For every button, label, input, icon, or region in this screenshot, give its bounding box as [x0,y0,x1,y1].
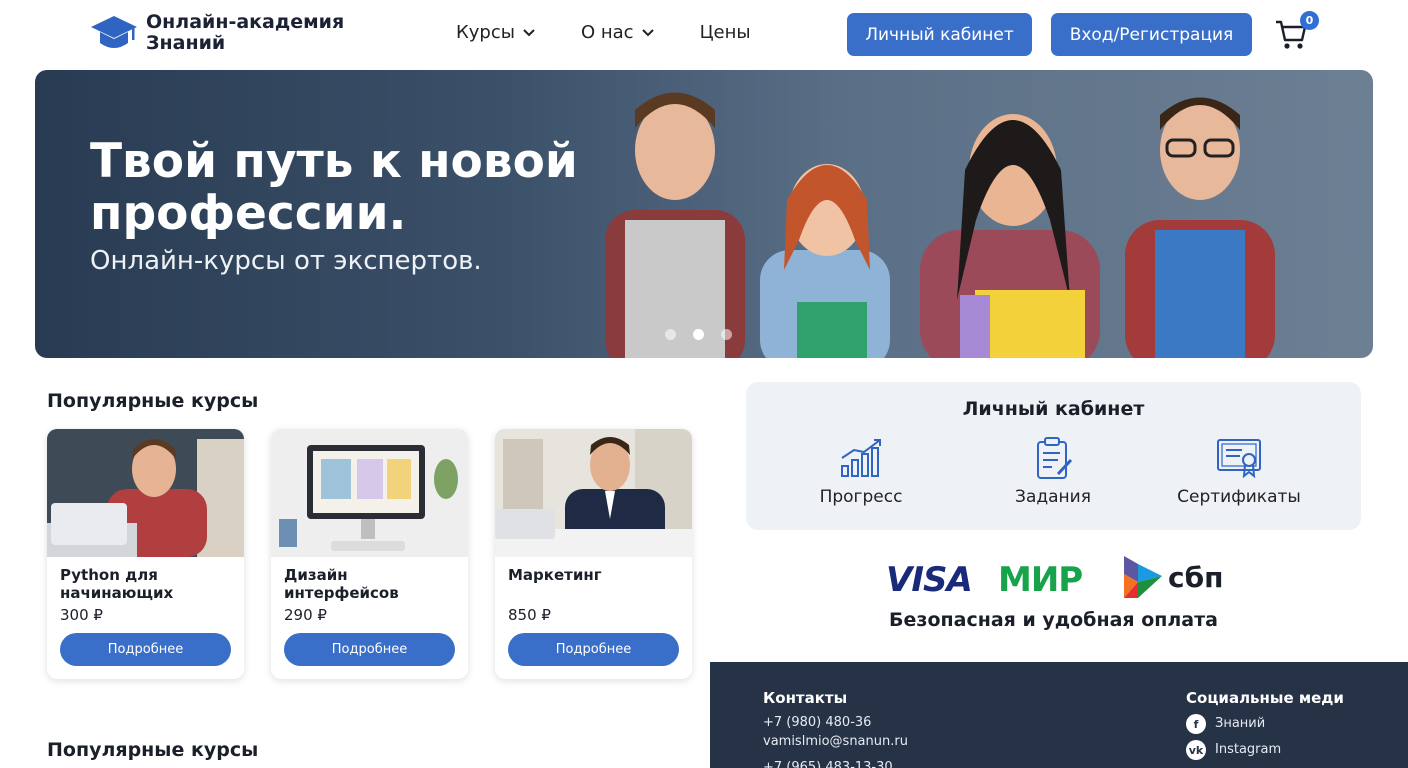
cabinet-item-certificates[interactable]: Сертификаты [1154,436,1324,507]
footer-social-link[interactable]: Знаний [1215,716,1265,731]
cabinet-button[interactable]: Личный кабинет [847,13,1032,56]
cabinet-item-label: Прогресс [819,487,903,507]
course-image-marketing [495,429,692,557]
chevron-down-icon [523,28,535,36]
nav-item-courses[interactable]: Курсы [456,22,535,43]
logo-line2: Знаний [146,32,226,54]
course-image-python [47,429,244,557]
cabinet-item-label: Задания [1015,487,1091,507]
hero-subtitle: Онлайн-курсы от экспертов. [90,246,482,276]
footer-social-link[interactable]: Instagram [1215,742,1281,757]
nav-item-prices[interactable]: Цены [700,22,751,43]
graduation-cap-icon [91,16,137,48]
site-footer: Контакты +7 (980) 480-36 vamislmio@snanu… [710,662,1408,768]
details-button[interactable]: Подробнее [508,633,679,666]
nav-item-label: Курсы [456,22,515,43]
login-register-button[interactable]: Вход/Регистрация [1051,13,1252,56]
logo[interactable]: Онлайн-академия Знаний [90,12,344,54]
course-price: 300 ₽ [60,606,103,624]
facebook-icon[interactable]: f [1186,714,1206,734]
details-button[interactable]: Подробнее [284,633,455,666]
course-price: 850 ₽ [508,606,551,624]
logo-line1: Онлайн-академия [146,11,345,33]
payment-caption: Безопасная и удобная оплата [889,609,1218,631]
footer-social-title: Социальные меди [1186,689,1344,707]
carousel-dot-2[interactable] [693,329,704,340]
footer-email[interactable]: vamislmio@snanun.ru [763,734,908,749]
chevron-down-icon [641,28,654,36]
site-header: Онлайн-академия Знаний Курсы О нас Цены … [0,0,1408,68]
payment-logos: VISA МИР сбп [886,552,1226,604]
cabinet-item-progress[interactable]: Прогресс [776,436,946,507]
cabinet-panel-title: Личный кабинет [962,398,1145,420]
cabinet-panel: Личный кабинет Прогресс Задания Сертифик… [746,382,1361,530]
footer-contacts-title: Контакты [763,689,848,707]
footer-phone-1[interactable]: +7 (980) 480-36 [763,715,871,730]
hero-students-image [605,92,1275,358]
logo-text: Онлайн-академия Знаний [146,12,344,54]
course-name: Python для начинающих [60,566,174,602]
mir-logo: МИР [998,560,1083,600]
visa-logo: VISA [886,560,973,600]
carousel-dot-3[interactable] [721,329,732,340]
popular-courses-title: Популярные курсы [47,390,259,412]
course-card-python[interactable]: Python для начинающих 300 ₽ Подробнее [47,429,244,679]
footer-phone-2[interactable]: +7 (965) 483-13-30 [763,760,893,768]
nav-item-label: Цены [699,22,751,43]
hero-title: Твой путь к новой профессии. [90,134,578,241]
cart-count-badge: 0 [1300,11,1319,30]
nav-item-label: О нас [580,22,634,43]
details-button[interactable]: Подробнее [60,633,231,666]
course-name: Дизайн интерфейсов [284,566,399,602]
popular-courses-title-second: Популярные курсы [47,739,259,761]
cabinet-item-tasks[interactable]: Задания [968,436,1138,507]
carousel-dots [665,329,749,340]
cabinet-item-label: Сертификаты [1177,487,1301,507]
vk-icon[interactable]: vk [1186,740,1206,760]
sbp-logo-text: сбп [1168,561,1224,594]
cart-button[interactable]: 0 [1274,11,1319,52]
hero-banner: Твой путь к новой профессии. Онлайн-курс… [35,70,1373,358]
course-price: 290 ₽ [284,606,327,624]
sbp-logo-icon [1124,556,1162,598]
course-name: Маркетинг [508,566,602,584]
course-card-design[interactable]: Дизайн интерфейсов 290 ₽ Подробнее [271,429,468,679]
main-nav: Курсы О нас Цены [456,22,797,43]
course-image-design [271,429,468,557]
clipboard-icon [1037,437,1073,479]
chart-icon [841,439,881,477]
course-card-marketing[interactable]: Маркетинг 850 ₽ Подробнее [495,429,692,679]
certificate-icon [1217,439,1261,479]
carousel-dot-1[interactable] [665,329,676,340]
nav-item-about[interactable]: О нас [581,22,654,43]
